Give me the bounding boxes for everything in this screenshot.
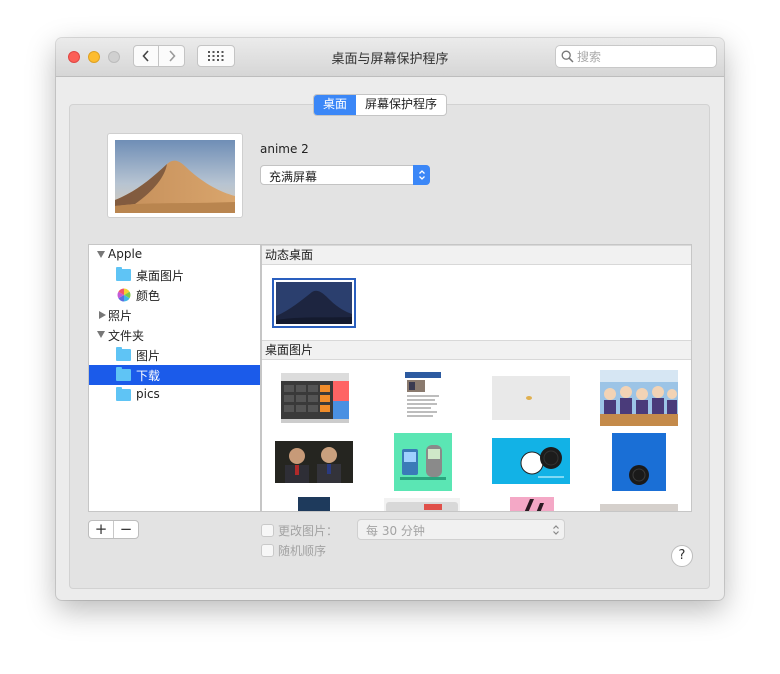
interval-value: 每 30 分钟: [366, 524, 425, 538]
random-order-checkbox[interactable]: [261, 544, 274, 557]
pictures-folder-icon: [116, 347, 131, 361]
oreo-blue-thumbnail-image: [492, 438, 570, 484]
sidebar-item-apple[interactable]: Apple: [89, 245, 260, 265]
pink-partial-image: [510, 497, 554, 511]
calculator-thumbnail-image: [281, 373, 349, 423]
minimize-button[interactable]: [88, 51, 100, 63]
sidebar-item-folders[interactable]: 文件夹: [89, 325, 260, 345]
phones-thumbnail-image: [394, 433, 452, 491]
folder-icon: [116, 387, 131, 401]
chevron-right-icon: [168, 50, 176, 62]
anime-group-thumbnail-image: [600, 370, 678, 426]
disclosure-down-icon: [97, 331, 105, 338]
chevron-left-icon: [142, 50, 149, 62]
remove-folder-button[interactable]: −: [114, 521, 138, 538]
thumbnail-pink-partial[interactable]: [510, 497, 554, 511]
grid-icon: [208, 51, 224, 61]
updown-chevron-icon: [553, 525, 559, 535]
downloads-folder-icon: [116, 367, 131, 381]
sidebar-item-desktop-pictures[interactable]: 桌面图片: [89, 265, 260, 285]
title-bar: 桌面与屏幕保护程序: [56, 38, 724, 77]
back-button[interactable]: [133, 45, 159, 67]
sidebar-item-colors[interactable]: 颜色: [89, 285, 260, 305]
disclosure-right-icon: [99, 311, 106, 319]
thumbnail-phones[interactable]: [394, 433, 452, 491]
thumbnail-dynamic-mojave[interactable]: [272, 278, 356, 328]
show-all-button[interactable]: [197, 45, 235, 67]
folder-icon: [116, 267, 131, 281]
change-picture-checkbox[interactable]: [261, 524, 274, 537]
wallpaper-preview: [107, 133, 243, 218]
thumbnail-two-men[interactable]: [275, 441, 353, 483]
add-remove-control: + −: [88, 520, 139, 539]
desert-preview-image: [115, 140, 235, 213]
oreo-dark-thumbnail-image: [612, 433, 666, 491]
add-folder-button[interactable]: +: [89, 521, 114, 538]
source-list: Apple 桌面图片 颜色 照片 文件夹 图片 下载 pics: [88, 244, 261, 512]
image-name: anime 2: [260, 142, 309, 156]
color-wheel-icon: [117, 288, 131, 302]
preferences-window: 桌面与屏幕保护程序 桌面 屏幕保护程序 anime 2 充满屏幕: [56, 38, 724, 600]
tablet-partial-image: [386, 502, 458, 511]
article-thumbnail-image: [405, 372, 441, 424]
tab-bar: 桌面 屏幕保护程序: [313, 94, 448, 116]
thumbnail-calculator[interactable]: [281, 373, 349, 423]
thumbnail-article[interactable]: [405, 372, 441, 424]
interval-popup[interactable]: 每 30 分钟: [357, 519, 565, 540]
fit-popup[interactable]: 充满屏幕: [260, 165, 430, 185]
thumbnail-white-object[interactable]: [492, 376, 570, 420]
section-header-pictures: 桌面图片: [262, 340, 691, 360]
updown-chevron-icon: [413, 165, 430, 185]
thumbnail-dark-partial[interactable]: [298, 497, 330, 511]
tab-screensaver[interactable]: 屏幕保护程序: [356, 95, 446, 115]
sidebar-item-pictures[interactable]: 图片: [89, 345, 260, 365]
white-object-thumbnail-image: [492, 376, 570, 420]
change-picture-label: 更改图片：: [278, 524, 339, 538]
thumbnail-tablet-partial[interactable]: [384, 498, 460, 511]
sidebar-item-pics[interactable]: pics: [89, 385, 260, 405]
zoom-button[interactable]: [108, 51, 120, 63]
help-button[interactable]: ?: [671, 545, 693, 567]
random-order-label: 随机顺序: [278, 544, 327, 558]
search-field[interactable]: [555, 45, 717, 68]
two-men-thumbnail-image: [275, 441, 353, 483]
search-icon: [561, 50, 574, 63]
thumbnail-oreo-dark[interactable]: [612, 433, 666, 491]
image-browser: 动态桌面 桌面图片: [261, 244, 692, 512]
search-input[interactable]: [577, 48, 707, 65]
forward-button[interactable]: [159, 45, 185, 67]
disclosure-down-icon: [97, 251, 105, 258]
thumbnail-oreo-blue[interactable]: [492, 438, 570, 484]
thumbnail-anime-group[interactable]: [600, 370, 678, 426]
window-title: 桌面与屏幕保护程序: [331, 52, 449, 67]
thumbnail-gray-partial[interactable]: [600, 504, 678, 511]
tab-desktop[interactable]: 桌面: [314, 95, 357, 115]
close-button[interactable]: [68, 51, 80, 63]
dynamic-wallpaper-image: [276, 282, 352, 324]
fit-popup-value: 充满屏幕: [269, 170, 318, 184]
section-header-dynamic: 动态桌面: [262, 245, 691, 265]
sidebar-item-downloads[interactable]: 下载: [89, 365, 260, 385]
sidebar-item-photos[interactable]: 照片: [89, 305, 260, 325]
